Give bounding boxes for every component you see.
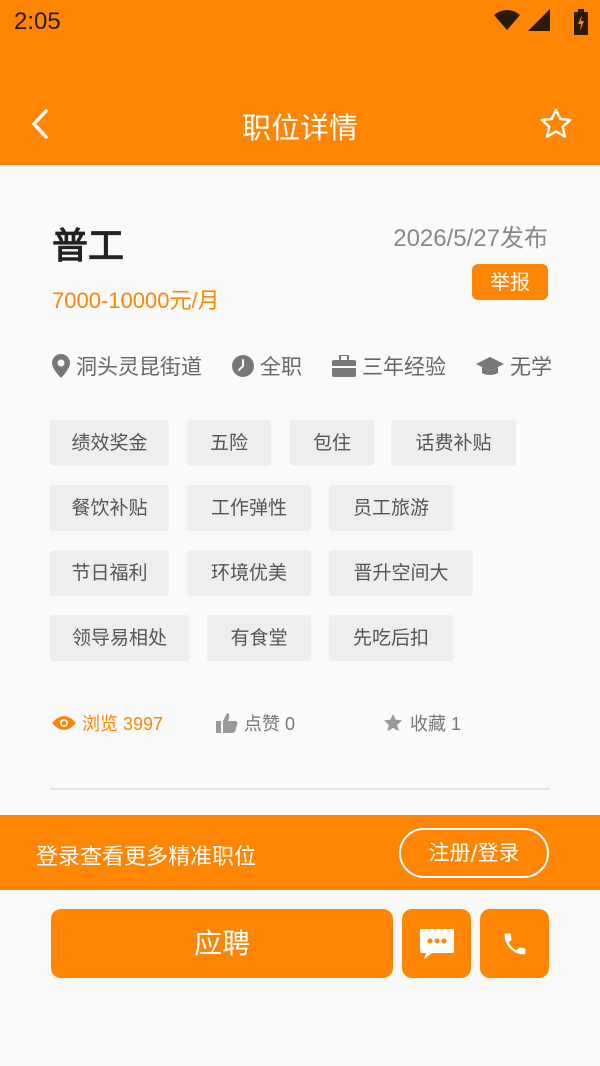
bottom-action-bar: 应聘 [0, 890, 600, 1066]
status-time: 2:05 [14, 8, 61, 35]
like-count-text: 点赞 0 [244, 714, 296, 734]
report-button[interactable]: 举报 [472, 264, 548, 300]
meta-job-type: 全职 [232, 351, 302, 381]
like-count[interactable]: 点赞 0 [216, 710, 295, 736]
graduation-cap-icon [476, 357, 504, 375]
favorite-count[interactable]: 收藏 1 [382, 710, 461, 736]
view-count-text: 浏览 3997 [82, 714, 164, 734]
benefit-tag: 领导易相处 [50, 615, 189, 661]
register-login-button[interactable]: 注册/登录 [399, 828, 549, 878]
clock-icon [232, 355, 254, 377]
meta-education-text: 无学历 [510, 355, 552, 379]
benefit-tag: 员工旅游 [329, 485, 453, 531]
benefit-tag: 环境优美 [187, 550, 311, 596]
divider [50, 788, 550, 790]
meta-education: 无学历 [476, 351, 552, 381]
chat-bubble-icon [419, 928, 454, 959]
view-count: 浏览 3997 [52, 710, 163, 736]
login-banner: 登录查看更多精准职位 注册/登录 [0, 815, 600, 890]
benefit-tag: 五险 [187, 420, 271, 466]
call-button[interactable] [480, 909, 549, 978]
meta-location-text: 洞头灵昆街道 [76, 355, 202, 379]
app-bar: 职位详情 [0, 48, 600, 165]
status-bar: 2:05 [0, 0, 600, 48]
favorite-count-text: 收藏 1 [410, 714, 462, 734]
stats-row: 浏览 3997 点赞 0 收藏 1 [52, 710, 552, 740]
thumbs-up-icon [216, 713, 238, 733]
status-icons [494, 9, 588, 35]
job-meta-row: 洞头灵昆街道 全职 三年经验 无学历 [52, 346, 552, 386]
benefit-tag: 先吃后扣 [329, 615, 453, 661]
battery-icon [574, 9, 588, 39]
wifi-icon [494, 9, 520, 35]
publish-date: 2026/5/27发布 [393, 225, 548, 252]
favorite-button[interactable] [538, 106, 574, 142]
benefit-tag: 话费补贴 [391, 420, 516, 466]
benefit-tag: 餐饮补贴 [50, 485, 169, 531]
briefcase-icon [332, 355, 356, 377]
benefit-tag: 绩效奖金 [50, 420, 169, 466]
star-icon [383, 713, 403, 732]
message-button[interactable] [402, 909, 471, 978]
meta-experience: 三年经验 [332, 351, 446, 381]
benefit-tag: 工作弹性 [187, 485, 311, 531]
eye-icon [52, 716, 76, 730]
meta-job-type-text: 全职 [260, 355, 302, 379]
location-icon [52, 354, 70, 378]
job-title: 普工 [52, 226, 125, 267]
job-detail-card: 普工 2026/5/27发布 7000-10000元/月 举报 洞头灵昆街道 全… [0, 165, 600, 815]
benefit-tag: 节日福利 [50, 550, 169, 596]
apply-button[interactable]: 应聘 [51, 909, 393, 978]
salary: 7000-10000元/月 [52, 288, 220, 313]
meta-experience-text: 三年经验 [362, 355, 446, 379]
benefit-tag: 包住 [290, 420, 374, 466]
star-outline-icon [540, 108, 572, 138]
benefit-tag: 有食堂 [207, 615, 311, 661]
signal-icon [528, 9, 550, 35]
login-prompt-text: 登录查看更多精准职位 [36, 845, 257, 870]
page-title: 职位详情 [241, 111, 358, 145]
benefit-tag: 晋升空间大 [329, 550, 473, 596]
phone-icon [504, 933, 525, 954]
meta-location: 洞头灵昆街道 [52, 351, 202, 381]
